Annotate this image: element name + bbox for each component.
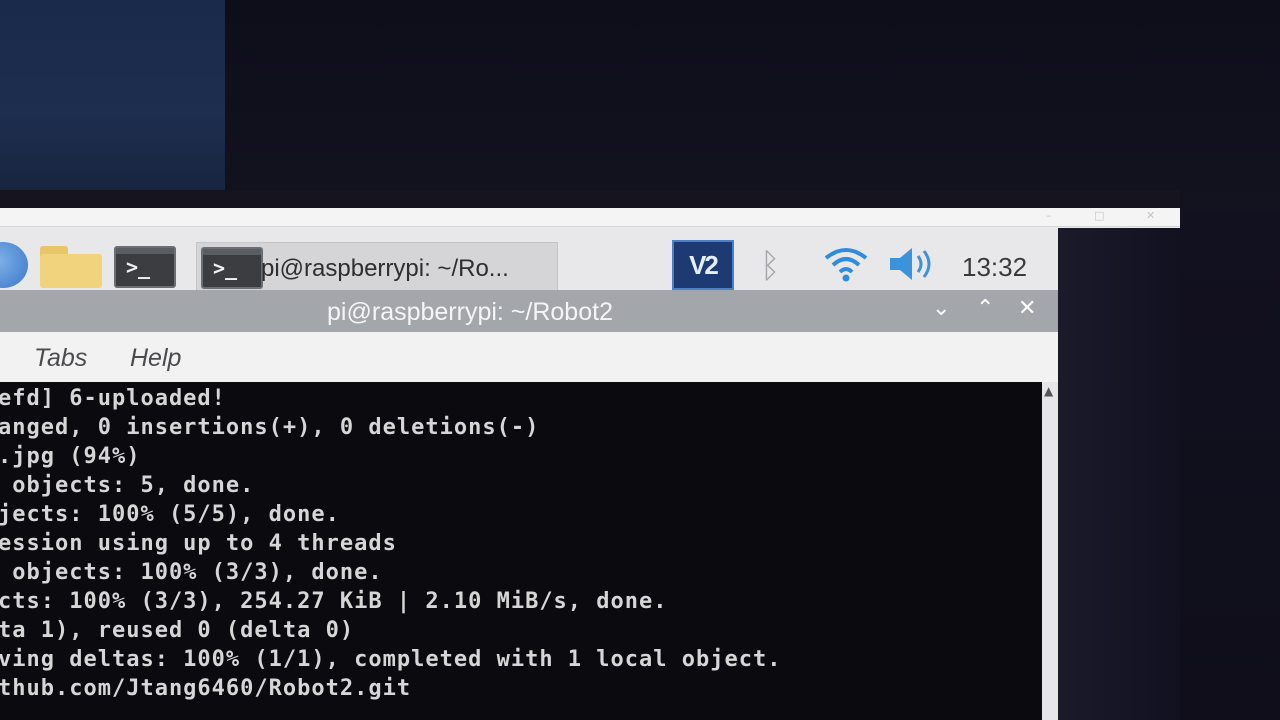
terminal-line: ving deltas: 100% (1/1), completed with …	[0, 647, 782, 672]
terminal-icon[interactable]: >_	[114, 246, 176, 288]
terminal-output[interactable]: efd] 6-uploaded! anged, 0 insertions(+),…	[0, 382, 1042, 720]
background-dark	[225, 0, 1280, 210]
terminal-line: objects: 100% (3/3), done.	[0, 560, 383, 585]
scroll-up-icon[interactable]: ▲	[1044, 384, 1053, 398]
wifi-icon[interactable]	[820, 244, 872, 284]
strip-close-icon[interactable]: ✕	[1146, 209, 1155, 222]
menu-help[interactable]: Help	[130, 344, 181, 373]
maximize-icon[interactable]: ⌃	[976, 296, 994, 321]
menu-tabs[interactable]: Tabs	[34, 344, 87, 373]
terminal-line: ession using up to 4 threads	[0, 531, 397, 556]
terminal-scrollbar[interactable]: ▲	[1042, 382, 1058, 720]
taskbar: >_ >_ pi@raspberrypi: ~/Ro... V2 ᛒ 13:32	[0, 228, 1058, 294]
terminal-line: ta 1), reused 0 (delta 0)	[0, 618, 355, 643]
top-window-strip: – □ ✕	[0, 208, 1180, 227]
clock[interactable]: 13:32	[962, 252, 1027, 283]
screen-edge-right	[1058, 228, 1180, 720]
window-title: pi@raspberrypi: ~/Robot2	[327, 298, 613, 326]
terminal-line: jects: 100% (5/5), done.	[0, 502, 340, 527]
screen: – □ ✕ >_ >_ pi@raspberrypi: ~/Ro... V2 ᛒ	[0, 208, 1180, 720]
menubar: Tabs Help	[0, 332, 1058, 382]
terminal-line: efd] 6-uploaded!	[0, 386, 226, 411]
folder-icon[interactable]	[40, 246, 104, 288]
strip-minimize-icon[interactable]: –	[1046, 209, 1052, 222]
globe-icon[interactable]	[0, 242, 28, 288]
terminal-icon: >_	[201, 247, 263, 289]
terminal-line: .jpg (94%)	[0, 444, 141, 469]
taskbar-window-button[interactable]: >_ pi@raspberrypi: ~/Ro...	[196, 242, 558, 294]
window-titlebar[interactable]: pi@raspberrypi: ~/Robot2 ⌄ ⌃ ✕	[0, 290, 1058, 332]
minimize-icon[interactable]: ⌄	[932, 296, 950, 321]
terminal-line: anged, 0 insertions(+), 0 deletions(-)	[0, 415, 540, 440]
vnc-icon[interactable]: V2	[672, 240, 734, 290]
close-icon[interactable]: ✕	[1018, 296, 1036, 321]
taskbar-window-label: pi@raspberrypi: ~/Ro...	[261, 255, 509, 282]
terminal-line: thub.com/Jtang6460/Robot2.git	[0, 676, 412, 701]
strip-maximize-icon[interactable]: □	[1094, 209, 1104, 222]
volume-icon[interactable]	[884, 244, 940, 284]
bluetooth-icon[interactable]: ᛒ	[760, 246, 780, 286]
monitor-bezel	[0, 190, 1180, 210]
terminal-line: cts: 100% (3/3), 254.27 KiB | 2.10 MiB/s…	[0, 589, 668, 614]
background-left	[0, 0, 225, 190]
terminal-line: objects: 5, done.	[0, 473, 255, 498]
